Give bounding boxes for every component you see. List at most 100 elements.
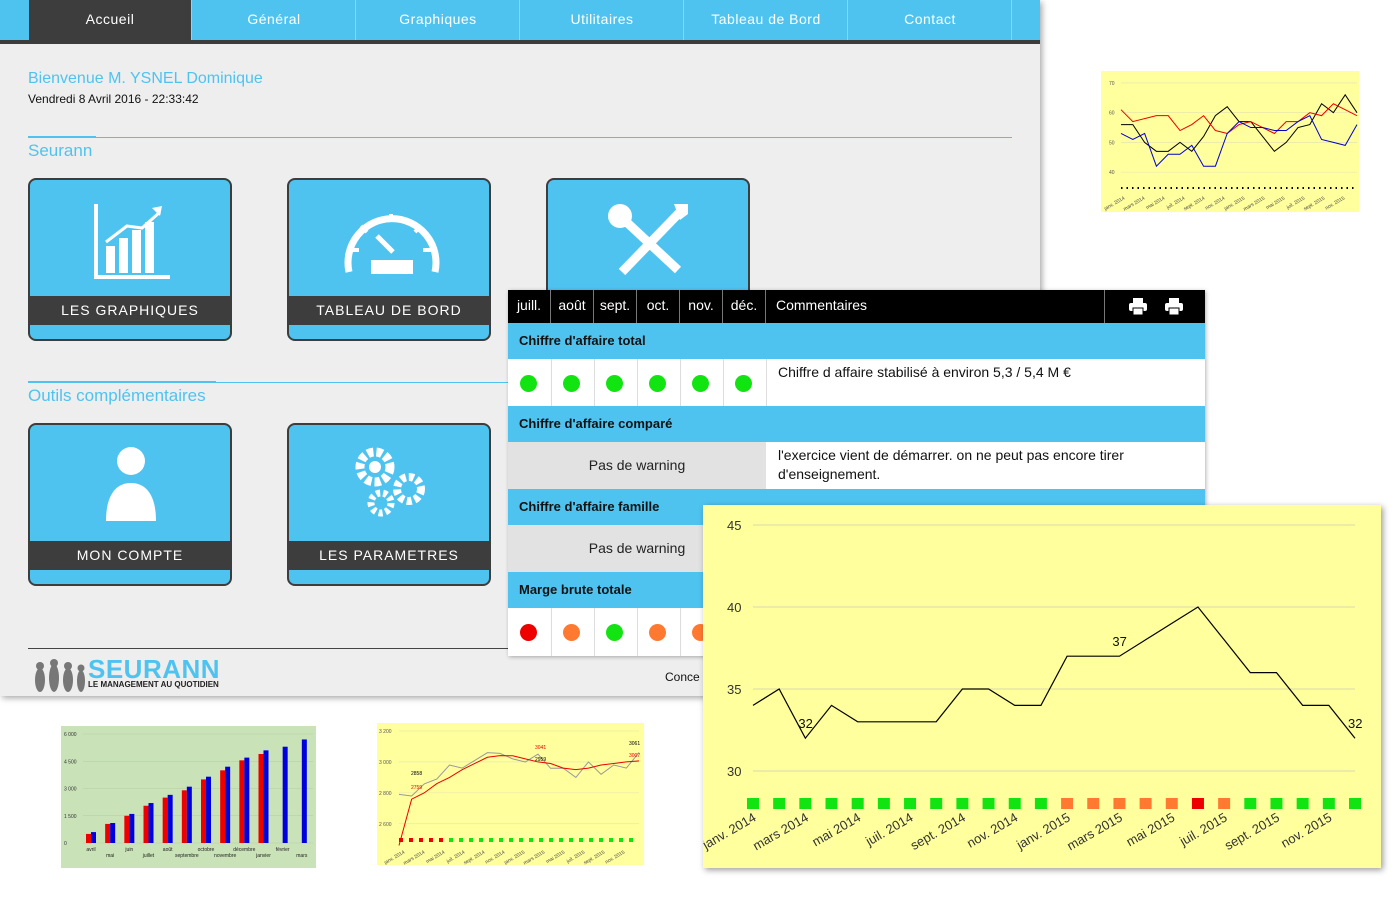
status-dot — [520, 624, 537, 641]
bar — [129, 813, 135, 843]
status-square — [1296, 798, 1309, 809]
tab-tableau-de-bord[interactable]: Tableau de Bord — [685, 0, 848, 40]
y-tick-label: 70 — [1109, 81, 1115, 87]
bar — [167, 794, 173, 843]
tile-utilities[interactable] — [546, 178, 750, 298]
status-square — [1061, 798, 1074, 809]
footer-text: Conce — [665, 670, 700, 684]
x-tick-label: sept. 2014 — [908, 810, 968, 853]
tab-contact[interactable]: Contact — [849, 0, 1012, 40]
month-header: déc. — [723, 290, 766, 323]
x-tick-label: mai 2014 — [809, 810, 863, 850]
footer-divider — [28, 648, 508, 649]
x-tick-label: juil. 2015 — [1176, 810, 1229, 850]
big-line-chart: 45403530323732janv. 2014mars 2014mai 201… — [703, 505, 1381, 868]
chart-icon — [94, 204, 170, 279]
status-square — [529, 838, 533, 842]
tab-utilitaires[interactable]: Utilitaires — [521, 0, 684, 40]
status-dot — [563, 624, 580, 641]
status-square — [1270, 798, 1283, 809]
status-square — [519, 838, 523, 842]
status-square — [579, 838, 583, 842]
y-tick-label: 0 — [64, 841, 67, 847]
bar — [282, 746, 288, 843]
bar — [201, 779, 206, 843]
tab-general[interactable]: Général — [193, 0, 356, 40]
month-header: août — [551, 290, 594, 323]
status-dot — [735, 375, 752, 392]
print-icon[interactable] — [1164, 296, 1184, 316]
x-tick-label: mars 2015 — [1064, 810, 1125, 854]
month-header: sept. — [594, 290, 637, 323]
y-tick-label: 6 000 — [64, 732, 77, 738]
status-square — [469, 838, 473, 842]
status-square — [773, 798, 786, 809]
tile-params[interactable]: LES PARAMETRES — [287, 423, 491, 586]
y-tick-label: 35 — [727, 682, 741, 697]
y-tick-label: 4 500 — [64, 759, 77, 765]
gears-icon — [355, 447, 425, 517]
cell-divider — [723, 359, 724, 407]
bar — [244, 757, 250, 843]
status-square — [982, 798, 995, 809]
y-tick-label: 50 — [1109, 140, 1115, 146]
tools-icon — [608, 204, 688, 276]
cell-divider — [594, 359, 595, 407]
status-square — [559, 838, 563, 842]
mini-line-chart-2: 3 200 3 000 2 800 2 600 2858 2759 3041 2959 3061… — [377, 723, 644, 865]
tab-accueil[interactable]: Accueil — [29, 0, 192, 40]
data-label: 2959 — [535, 757, 546, 763]
y-tick-label: 2 800 — [379, 791, 392, 797]
x-tick-label: mai — [106, 853, 114, 859]
section-title-tools: Outils complémentaires — [28, 386, 206, 405]
tab-graphiques[interactable]: Graphiques — [357, 0, 520, 40]
tile-graphs-label: LES GRAPHIQUES — [30, 296, 230, 325]
status-square — [459, 838, 463, 842]
month-header: juill. — [508, 290, 551, 323]
y-tick-label: 2 600 — [379, 822, 392, 828]
bar — [220, 770, 226, 843]
status-square — [1034, 798, 1047, 809]
x-tick-label: nov. 2014 — [964, 810, 1020, 851]
status-square — [539, 838, 543, 842]
y-tick-label: 1 500 — [64, 814, 77, 820]
data-label: 37 — [1112, 634, 1126, 649]
tile-graphs[interactable]: LES GRAPHIQUES — [28, 178, 232, 341]
tile-dashboard[interactable]: TABLEAU DE BORD — [287, 178, 491, 341]
status-square — [799, 798, 812, 809]
status-square — [747, 798, 759, 809]
status-dot — [606, 624, 623, 641]
status-square — [489, 838, 493, 842]
data-label: 3007 — [629, 753, 640, 759]
status-square — [956, 798, 969, 809]
bar — [258, 753, 264, 843]
chart-background — [1101, 71, 1359, 212]
status-square — [479, 838, 483, 842]
y-tick-label: 3 200 — [379, 729, 392, 735]
bar — [124, 815, 130, 843]
mini-bar-chart: 6 000 4 500 3 000 1 500 0 avril mai juin juillet… — [61, 726, 316, 868]
status-dot — [520, 375, 537, 392]
status-square — [439, 838, 443, 842]
status-square — [549, 838, 553, 842]
status-square — [1165, 798, 1178, 809]
status-square — [599, 838, 603, 842]
month-header: nov. — [680, 290, 723, 323]
x-tick-label: juil. 2014 — [862, 810, 915, 850]
section-title-main: Seurann — [28, 141, 93, 160]
bar — [105, 823, 111, 843]
status-square — [629, 838, 633, 842]
tile-account[interactable]: MON COMPTE — [28, 423, 232, 586]
user-icon — [106, 447, 156, 521]
status-square — [619, 838, 623, 842]
print-icon[interactable] — [1128, 296, 1148, 316]
x-tick-label: avril — [86, 847, 95, 853]
status-square — [904, 798, 917, 809]
data-label: 32 — [798, 716, 812, 731]
x-tick-label: mars 2014 — [750, 810, 811, 854]
status-square — [409, 838, 413, 842]
chart-background — [377, 723, 644, 865]
bar — [143, 805, 149, 843]
status-dot — [649, 375, 666, 392]
section-divider — [28, 137, 1012, 138]
